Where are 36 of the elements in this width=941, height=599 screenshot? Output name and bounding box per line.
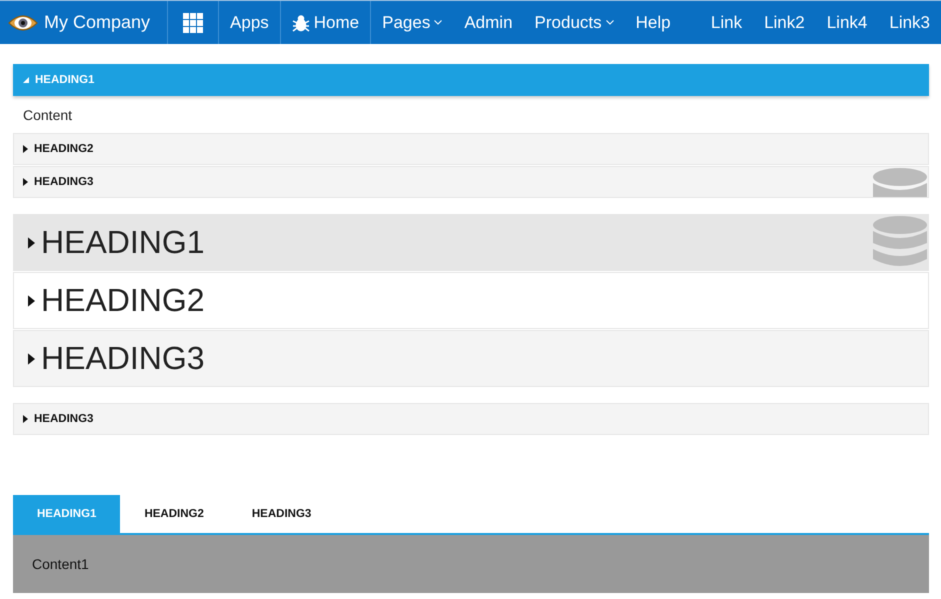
nav-link[interactable]: Link <box>700 1 754 44</box>
nav-link[interactable]: Home <box>280 1 372 44</box>
triangle-icon <box>23 145 28 153</box>
accordion-header[interactable]: HEADING1 <box>13 64 929 96</box>
accordion-header[interactable]: HEADING2 <box>13 272 929 329</box>
triangle-icon <box>28 236 35 248</box>
database-icon <box>872 167 928 197</box>
nav-link[interactable]: Apps <box>219 1 281 44</box>
accordion-header[interactable]: HEADING2 <box>13 133 929 165</box>
bug-icon <box>292 14 310 32</box>
nav-link[interactable]: Admin <box>453 1 524 44</box>
accordion-header[interactable]: HEADING3 <box>13 330 929 387</box>
caret-icon <box>434 20 442 25</box>
tab-content: Content1 <box>13 535 929 593</box>
nav-link[interactable]: Link3 <box>878 1 941 44</box>
triangle-icon <box>28 352 35 364</box>
triangle-icon <box>23 77 29 83</box>
accordion-header[interactable]: HEADING1 <box>13 214 929 271</box>
tab[interactable]: HEADING3 <box>228 495 336 533</box>
triangle-icon <box>23 415 28 423</box>
accordion-header[interactable]: HEADING3 <box>13 403 929 435</box>
triangle-icon <box>23 178 28 186</box>
eye-icon <box>8 14 38 32</box>
accordion-header[interactable]: HEADING3 <box>13 166 929 198</box>
nav-link[interactable]: Help <box>624 1 682 44</box>
grid-icon <box>183 12 204 32</box>
brand-link[interactable]: My Company <box>0 1 168 44</box>
nav-dropdown[interactable]: Products <box>524 1 625 44</box>
tab[interactable]: HEADING2 <box>120 495 228 533</box>
nav-link[interactable]: Link4 <box>816 1 878 44</box>
accordion-content: Content <box>22 106 74 125</box>
nav-dropdown[interactable]: Pages <box>371 1 454 44</box>
tab[interactable]: HEADING1 <box>13 495 120 533</box>
triangle-icon <box>28 294 35 306</box>
nav-link[interactable]: Link2 <box>753 1 816 44</box>
caret-icon <box>606 20 614 25</box>
